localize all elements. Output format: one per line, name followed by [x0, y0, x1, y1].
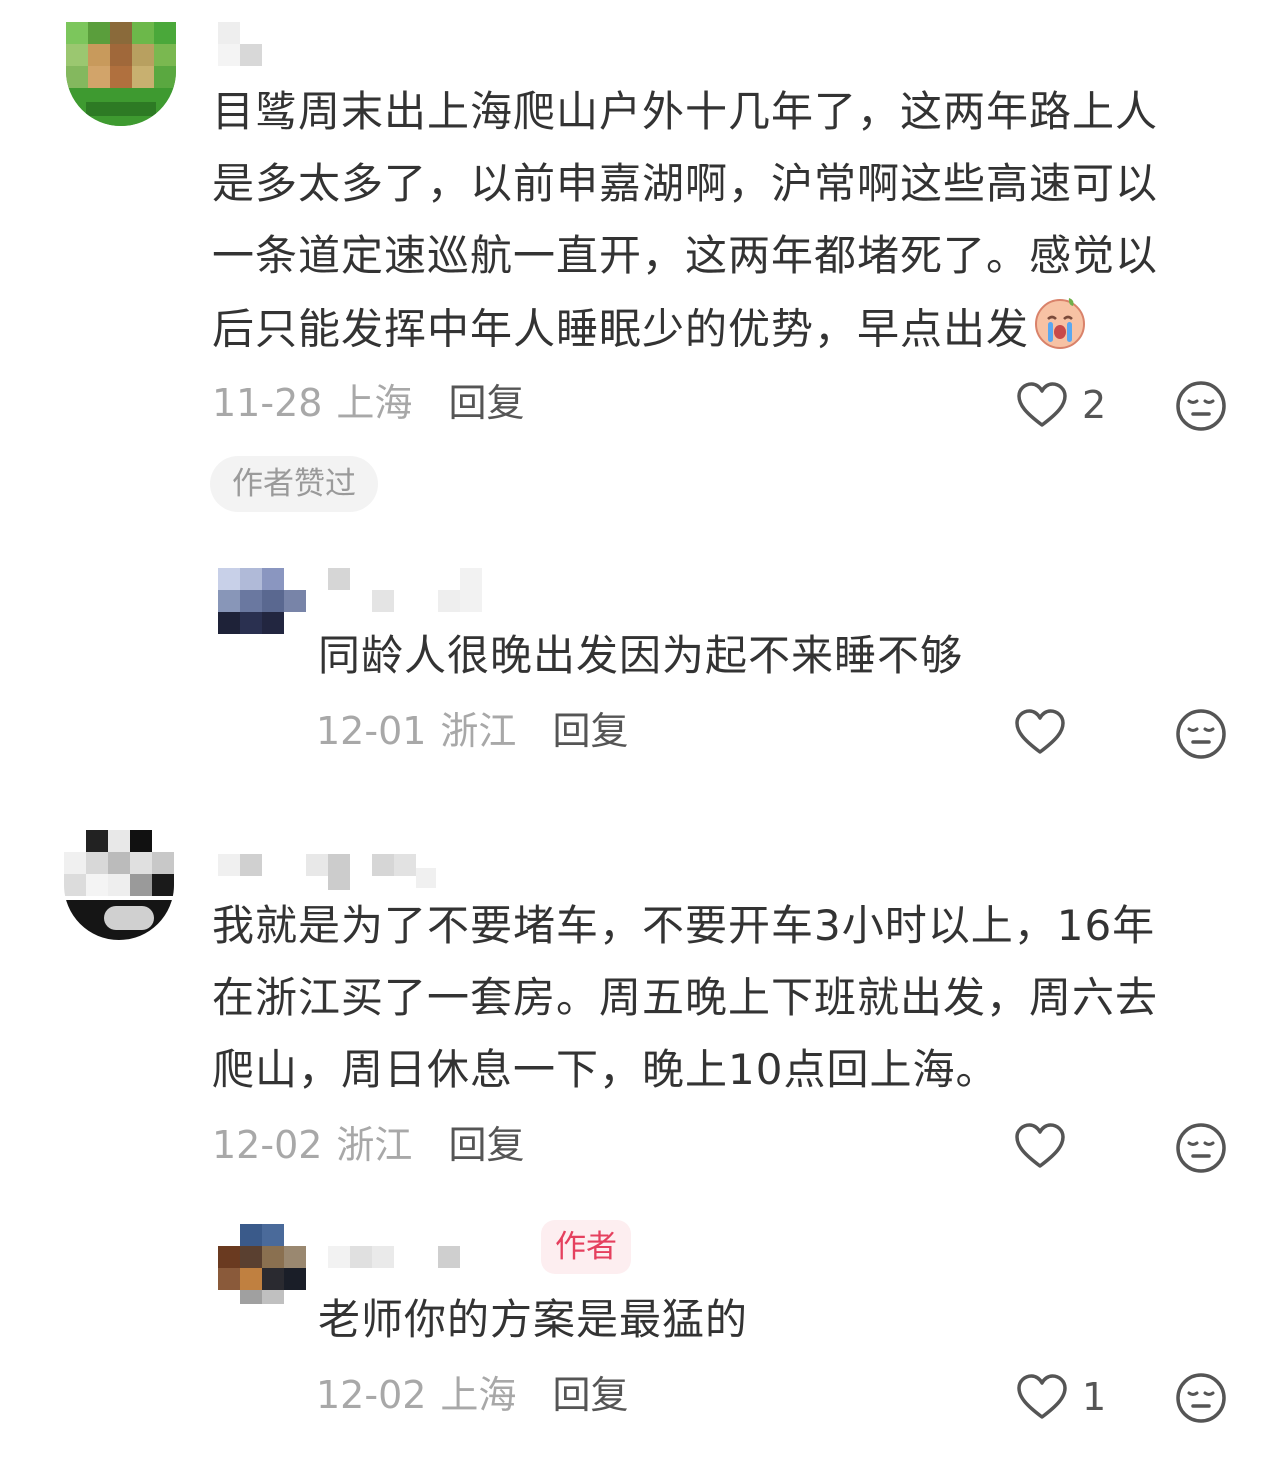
neutral-face-icon[interactable] [1175, 1372, 1227, 1428]
reply-date: 12-01 [316, 709, 427, 753]
comment-text-line: 是多太多了，以前申嘉湖啊，沪常啊这些高速可以 [212, 159, 1159, 208]
reply-date: 12-02 [316, 1373, 427, 1417]
neutral-face-icon[interactable] [1175, 380, 1227, 436]
like-count: 1 [1082, 1375, 1107, 1419]
avatar[interactable] [66, 22, 176, 126]
heart-outline-icon [1016, 381, 1068, 429]
comment-date: 11-28 [212, 381, 323, 425]
author-badge: 作者 [541, 1220, 631, 1274]
like-button[interactable] [1014, 1122, 1080, 1170]
reply-button[interactable]: 回复 [448, 1123, 524, 1167]
reply-button[interactable]: 回复 [552, 709, 628, 753]
reply-location: 浙江 [440, 709, 517, 753]
comment-date: 12-02 [212, 1123, 323, 1167]
username-blurred[interactable] [218, 22, 308, 68]
comment-text-line: 目骘周末出上海爬山户外十几年了，这两年路上人 [212, 87, 1159, 136]
comment-text-line: 在浙江买了一套房。周五晚上下班就出发，周六去 [212, 973, 1159, 1022]
avatar[interactable] [218, 568, 306, 634]
heart-outline-icon [1016, 1373, 1068, 1421]
crying-face-emoji-icon [1031, 292, 1089, 372]
like-button[interactable]: 1 [1016, 1372, 1106, 1422]
avatar[interactable] [218, 1224, 306, 1304]
neutral-face-icon[interactable] [1175, 1122, 1227, 1178]
comment-text-line: 爬山，周日休息一下，晚上10点回上海。 [212, 1045, 999, 1094]
username-blurred[interactable] [328, 1244, 468, 1270]
heart-outline-icon [1014, 708, 1066, 756]
heart-outline-icon [1014, 1122, 1066, 1170]
like-count: 2 [1082, 383, 1107, 427]
like-button[interactable] [1014, 708, 1080, 756]
reply-text: 老师你的方案是最猛的 [318, 1295, 749, 1344]
comment-text-line: 一条道定速巡航一直开，这两年都堵死了。感觉以 [212, 231, 1159, 280]
like-button[interactable]: 2 [1016, 380, 1106, 430]
comment-text-line: 我就是为了不要堵车，不要开车3小时以上，16年 [212, 901, 1156, 950]
comment-text-line: 后只能发挥中年人睡眠少的优势，早点出发 [212, 304, 1030, 354]
reply-location: 上海 [440, 1373, 517, 1417]
comment-location: 上海 [336, 381, 413, 425]
avatar[interactable] [64, 830, 174, 940]
comment-text-last-line: 后只能发挥中年人睡眠少的优势，早点出发 [212, 292, 1089, 372]
reply-meta: 12-02 上海 回复 [316, 1370, 628, 1420]
reply-text: 同龄人很晚出发因为起不来睡不够 [318, 631, 964, 680]
reply-meta: 12-01 浙江 回复 [316, 706, 628, 756]
username-blurred[interactable] [218, 850, 438, 890]
reply-button[interactable]: 回复 [448, 381, 524, 425]
comment-meta: 12-02 浙江 回复 [212, 1120, 524, 1170]
author-liked-badge: 作者赞过 [210, 456, 378, 512]
neutral-face-icon[interactable] [1175, 708, 1227, 764]
username-blurred[interactable] [328, 568, 488, 612]
comment-location: 浙江 [336, 1123, 413, 1167]
comment-meta: 11-28 上海 回复 [212, 378, 524, 428]
reply-button[interactable]: 回复 [552, 1373, 628, 1417]
